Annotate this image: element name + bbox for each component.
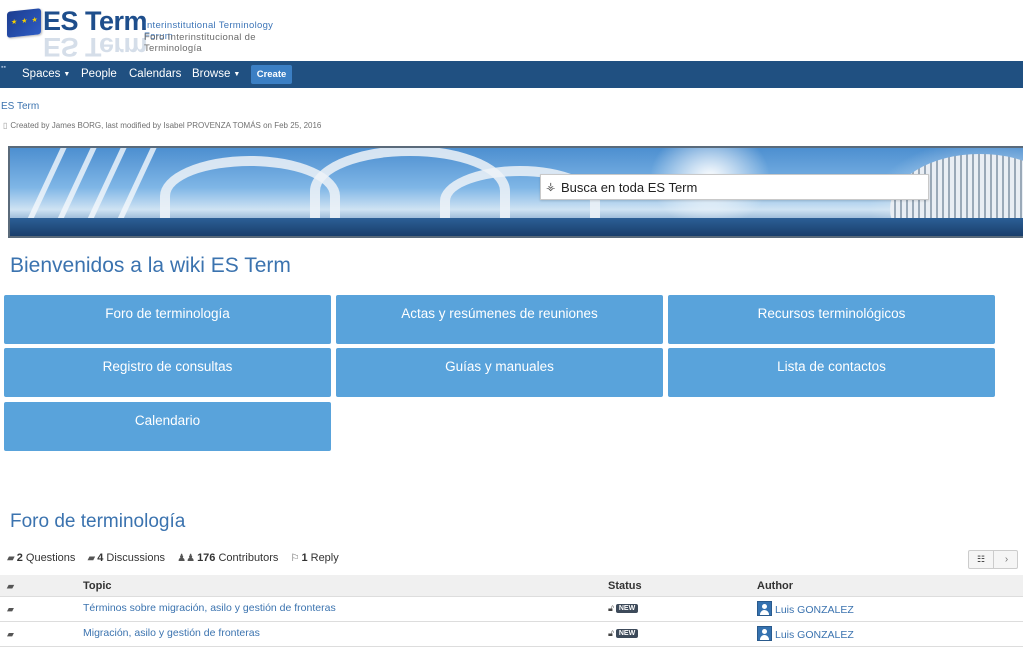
discussions-count: 4 [97, 552, 104, 564]
questions-label: Questions [25, 552, 76, 564]
stat-discussions[interactable]: ▰ 4 Discussions [87, 552, 165, 564]
banner-water [10, 218, 1023, 236]
column-status[interactable]: Status [608, 580, 642, 592]
top-navigation-bar: ▪▪ Spaces ▼ People Calendars Browse ▼ Crea… [0, 61, 1023, 88]
search-icon: ⚶ [546, 181, 556, 193]
unlock-icon: 🔓︎ [608, 603, 614, 613]
create-button[interactable]: Create [251, 65, 292, 84]
logo-tagline-es: Foro Interinstitucional de Terminología [144, 32, 256, 54]
page-metadata-text: Created by James BORG, last modified by … [10, 121, 322, 130]
nav-browse-label: Browse [192, 68, 231, 80]
column-author[interactable]: Author [757, 580, 793, 592]
column-topic[interactable]: Topic [83, 580, 112, 592]
chevron-down-icon: ▼ [233, 71, 241, 78]
site-header: ES Term ES Term Interinstitutional Termi… [0, 0, 1023, 62]
topic-link[interactable]: Migración, asilo y gestión de fronteras [83, 627, 260, 639]
discussion-icon: ▰ [87, 553, 96, 564]
avatar[interactable] [757, 601, 772, 616]
table-row: ▰ Migración, asilo y gestión de frontera… [0, 622, 1023, 647]
tile-foro-terminologia[interactable]: Foro de terminología [4, 295, 331, 344]
es-term-logo[interactable]: ES Term ES Term Interinstitutional Termi… [5, 6, 305, 62]
site-search-input[interactable]: ⚶ Busca en toda ES Term [540, 174, 929, 200]
search-placeholder: Busca en toda ES Term [561, 180, 698, 195]
forum-stats: ▰ 2 Questions ▰ 4 Discussions ♟♟ 176 Contri… [7, 552, 348, 564]
contributors-label: Contributors [218, 552, 279, 564]
status-cell: 🔓︎ NEW [608, 627, 639, 639]
stat-questions[interactable]: ▰ 2 Questions [7, 552, 75, 564]
tile-lista-contactos[interactable]: Lista de contactos [668, 348, 995, 397]
tile-guias-manuales[interactable]: Guías y manuales [336, 348, 663, 397]
users-icon: ♟♟ [177, 553, 196, 564]
author-cell: Luis GONZALEZ [757, 626, 854, 641]
unlock-icon: 🔓︎ [608, 628, 614, 638]
stat-replies[interactable]: ⚐ 1 Reply [290, 552, 338, 564]
status-cell: 🔓︎ NEW [608, 602, 639, 614]
status-badge: NEW [615, 604, 639, 613]
tile-calendario[interactable]: Calendario [4, 402, 331, 451]
view-toggle: ☷ › [968, 550, 1018, 569]
nav-browse[interactable]: Browse ▼ [192, 61, 240, 88]
logo-reflection: ES Term [43, 32, 148, 62]
page-icon: ▯ [3, 121, 8, 130]
list-view-icon[interactable]: ☷ [969, 551, 994, 568]
tile-recursos-terminologicos[interactable]: Recursos terminológicos [668, 295, 995, 344]
stat-contributors[interactable]: ♟♟ 176 Contributors [177, 552, 278, 564]
page-metadata: ▯ Created by James BORG, last modified by… [3, 121, 321, 130]
discussions-label: Discussions [106, 552, 166, 564]
nav-spaces-label: Spaces [22, 68, 61, 80]
forum-section-title: Foro de terminología [10, 511, 186, 532]
chevron-down-icon: ▼ [63, 71, 71, 78]
app-switcher-icon[interactable]: ▪▪ [1, 64, 6, 71]
author-cell: Luis GONZALEZ [757, 601, 854, 616]
contributors-count: 176 [197, 552, 216, 564]
avatar[interactable] [757, 626, 772, 641]
forum-table-header: ▰ Topic Status Author [0, 575, 1023, 597]
breadcrumb[interactable]: ES Term [1, 101, 39, 112]
nav-spaces[interactable]: Spaces ▼ [22, 61, 70, 88]
question-icon: ▰ [7, 553, 15, 564]
author-link[interactable]: Luis GONZALEZ [775, 604, 854, 616]
questions-count: 2 [16, 552, 23, 564]
tile-actas-resumenes[interactable]: Actas y resúmenes de reuniones [336, 295, 663, 344]
discussion-icon: ▰ [7, 604, 14, 614]
tile-registro-consultas[interactable]: Registro de consultas [4, 348, 331, 397]
replies-count: 1 [301, 552, 308, 564]
type-column-icon: ▰ [7, 581, 14, 591]
table-row: ▰ Términos sobre migración, asilo y gest… [0, 597, 1023, 622]
topic-link[interactable]: Términos sobre migración, asilo y gestió… [83, 602, 336, 614]
nav-calendars[interactable]: Calendars [129, 61, 181, 88]
replies-label: Reply [310, 552, 339, 564]
eu-flag-icon [7, 8, 41, 38]
nav-people[interactable]: People [81, 61, 117, 88]
page-title: Bienvenidos a la wiki ES Term [10, 254, 291, 277]
status-badge: NEW [615, 629, 639, 638]
discussion-icon: ▰ [7, 629, 14, 639]
author-link[interactable]: Luis GONZALEZ [775, 629, 854, 641]
chevron-right-icon[interactable]: › [995, 551, 1018, 568]
flag-icon: ⚐ [290, 553, 300, 564]
